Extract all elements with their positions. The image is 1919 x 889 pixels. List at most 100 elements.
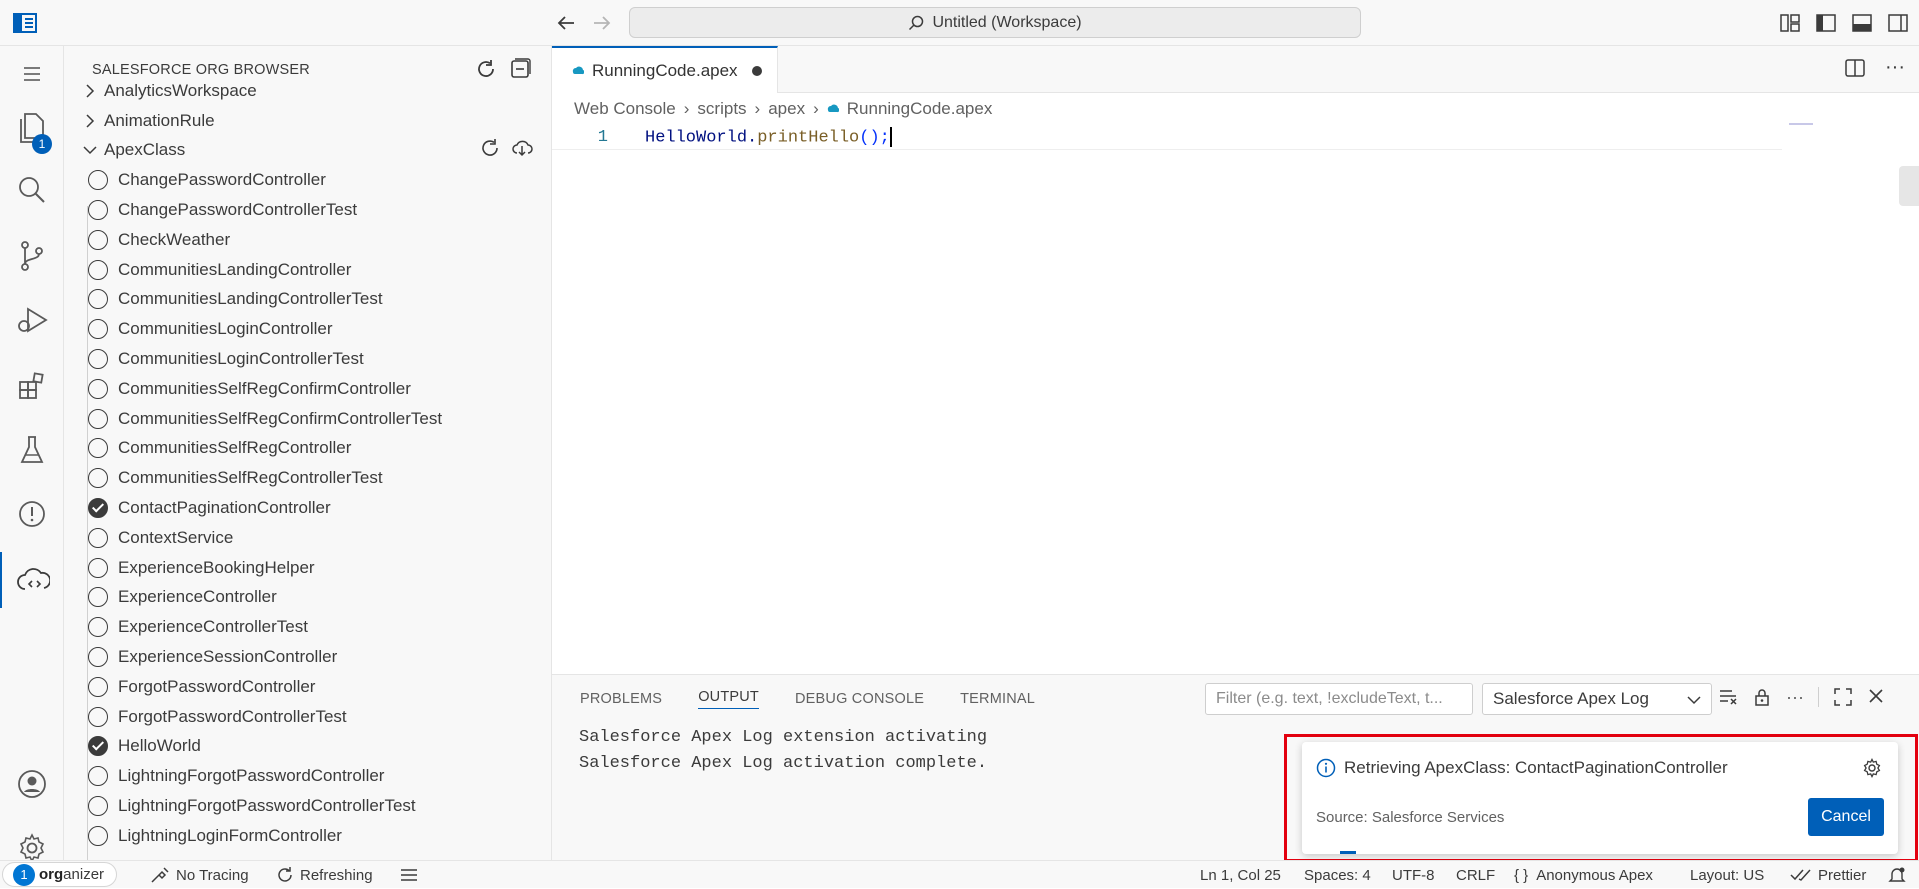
- radio-circle-icon[interactable]: [88, 557, 108, 578]
- apex-class-item[interactable]: CommunitiesSelfRegConfirmController: [64, 374, 551, 404]
- sidebar-layout-icon[interactable]: [12, 12, 38, 34]
- cloud-download-icon[interactable]: [511, 137, 533, 164]
- cursor-position[interactable]: Ln 1, Col 25: [1200, 861, 1281, 889]
- tree-folder-animationrule[interactable]: AnimationRule: [64, 106, 551, 136]
- apex-class-item[interactable]: ContextService: [64, 523, 551, 553]
- apex-class-item[interactable]: ForgotPasswordController: [64, 672, 551, 702]
- code-text[interactable]: HelloWorld.printHello();: [645, 127, 892, 148]
- radio-circle-icon[interactable]: [88, 200, 108, 221]
- close-icon[interactable]: [1867, 687, 1885, 711]
- breadcrumb-item[interactable]: RunningCode.apex: [847, 99, 993, 119]
- checked-circle-icon[interactable]: [88, 736, 108, 757]
- radio-circle-icon[interactable]: [88, 676, 108, 697]
- tab-output[interactable]: OUTPUT: [698, 675, 759, 723]
- customize-layout-icon[interactable]: [1777, 10, 1803, 36]
- radio-circle-icon[interactable]: [88, 617, 108, 638]
- formatter-status[interactable]: Prettier: [1790, 861, 1866, 889]
- radio-circle-icon[interactable]: [88, 378, 108, 399]
- apex-class-item[interactable]: LightningForgotPasswordControllerTest: [64, 791, 551, 821]
- extensions-icon[interactable]: [0, 358, 64, 414]
- radio-circle-icon[interactable]: [88, 647, 108, 668]
- salesforce-cloud-icon[interactable]: [0, 552, 64, 608]
- explorer-icon[interactable]: 1: [0, 100, 64, 156]
- apex-class-item[interactable]: CommunitiesSelfRegConfirmControllerTest: [64, 404, 551, 434]
- output-channel-select[interactable]: Salesforce Apex Log: [1482, 683, 1712, 715]
- refreshing-status[interactable]: Refreshing: [276, 861, 373, 889]
- apex-class-item[interactable]: LightningLoginFormController: [64, 821, 551, 851]
- apex-class-item[interactable]: CommunitiesLandingControllerTest: [64, 285, 551, 315]
- radio-circle-icon[interactable]: [88, 438, 108, 459]
- account-icon[interactable]: [0, 756, 64, 812]
- apex-class-item[interactable]: ForgotPasswordControllerTest: [64, 702, 551, 732]
- checked-circle-icon[interactable]: [88, 498, 108, 519]
- radio-circle-icon[interactable]: [88, 527, 108, 548]
- radio-circle-icon[interactable]: [88, 289, 108, 310]
- side-panel-handle[interactable]: [1899, 166, 1919, 206]
- breadcrumb-item[interactable]: apex: [768, 99, 805, 119]
- search-icon[interactable]: [0, 162, 64, 218]
- indentation[interactable]: Spaces: 4: [1304, 861, 1371, 889]
- problems-alert-icon[interactable]: [0, 486, 64, 542]
- keyboard-layout[interactable]: Layout: US: [1690, 861, 1764, 889]
- apex-class-item[interactable]: HelloWorld: [64, 732, 551, 762]
- toggle-panel-icon[interactable]: [1849, 10, 1875, 36]
- language-mode[interactable]: { } Anonymous Apex: [1514, 861, 1653, 889]
- arrow-left-icon[interactable]: [553, 10, 579, 36]
- tab-debug-console[interactable]: DEBUG CONSOLE: [795, 675, 924, 723]
- breadcrumb-item[interactable]: Web Console: [574, 99, 676, 119]
- apex-class-item[interactable]: CommunitiesLandingController: [64, 255, 551, 285]
- radio-circle-icon[interactable]: [88, 408, 108, 429]
- source-control-icon[interactable]: [0, 228, 64, 284]
- apex-class-item[interactable]: ExperienceBookingHelper: [64, 553, 551, 583]
- apex-class-item[interactable]: ExperienceController: [64, 583, 551, 613]
- menu-icon[interactable]: [0, 46, 64, 102]
- radio-circle-icon[interactable]: [88, 229, 108, 250]
- tab-runningcode-apex[interactable]: RunningCode.apex: [552, 46, 778, 93]
- command-center-search[interactable]: Untitled (Workspace): [629, 7, 1361, 38]
- code-line[interactable]: 1 HelloWorld.printHello();: [552, 126, 1782, 150]
- gear-icon[interactable]: [1862, 758, 1882, 783]
- apex-class-item[interactable]: CommunitiesLoginController: [64, 314, 551, 344]
- refresh-icon[interactable]: [479, 137, 501, 164]
- toggle-secondary-sidebar-icon[interactable]: [1885, 10, 1911, 36]
- radio-circle-icon[interactable]: [88, 319, 108, 340]
- more-actions-icon[interactable]: ···: [1786, 687, 1804, 711]
- org-selector[interactable]: 1 org anizer: [2, 862, 118, 887]
- toggle-primary-sidebar-icon[interactable]: [1813, 10, 1839, 36]
- clear-output-icon[interactable]: [1718, 687, 1738, 711]
- apex-class-item[interactable]: CommunitiesLoginControllerTest: [64, 344, 551, 374]
- radio-circle-icon[interactable]: [88, 825, 108, 846]
- radio-circle-icon[interactable]: [88, 259, 108, 280]
- line-ending[interactable]: CRLF: [1456, 861, 1495, 889]
- apex-class-item[interactable]: ContactPaginationController: [64, 493, 551, 523]
- radio-circle-icon[interactable]: [88, 587, 108, 608]
- tree-folder-analyticsworkspace[interactable]: AnalyticsWorkspace: [64, 76, 551, 106]
- unsaved-dot-icon[interactable]: [751, 65, 762, 76]
- apex-class-item[interactable]: LightningForgotPasswordController: [64, 761, 551, 791]
- lock-icon[interactable]: [1752, 687, 1772, 711]
- tab-terminal[interactable]: TERMINAL: [960, 675, 1035, 723]
- minimap[interactable]: [1789, 123, 1813, 125]
- radio-circle-icon[interactable]: [88, 706, 108, 727]
- cancel-button[interactable]: Cancel: [1808, 798, 1884, 836]
- radio-circle-icon[interactable]: [88, 796, 108, 817]
- arrow-right-icon[interactable]: [589, 10, 615, 36]
- output-filter-input[interactable]: Filter (e.g. text, !excludeText, t...: [1205, 683, 1473, 715]
- apex-class-item[interactable]: ExperienceControllerTest: [64, 612, 551, 642]
- notifications-bell-icon[interactable]: [1888, 861, 1906, 889]
- tracing-status[interactable]: No Tracing: [150, 861, 249, 889]
- apex-class-item[interactable]: CommunitiesSelfRegControllerTest: [64, 463, 551, 493]
- radio-circle-icon[interactable]: [88, 170, 108, 191]
- maximize-panel-icon[interactable]: [1833, 687, 1853, 711]
- breadcrumb-item[interactable]: scripts: [697, 99, 746, 119]
- testing-flask-icon[interactable]: [0, 422, 64, 478]
- tree-folder-apexclass[interactable]: ApexClass: [64, 136, 551, 166]
- apex-class-item[interactable]: ChangePasswordControllerTest: [64, 195, 551, 225]
- radio-circle-icon[interactable]: [88, 766, 108, 787]
- radio-circle-icon[interactable]: [88, 468, 108, 489]
- more-actions-icon[interactable]: ···: [1885, 57, 1905, 83]
- run-debug-icon[interactable]: [0, 292, 64, 348]
- list-icon[interactable]: [400, 861, 418, 889]
- encoding[interactable]: UTF-8: [1392, 861, 1435, 889]
- radio-circle-icon[interactable]: [88, 349, 108, 370]
